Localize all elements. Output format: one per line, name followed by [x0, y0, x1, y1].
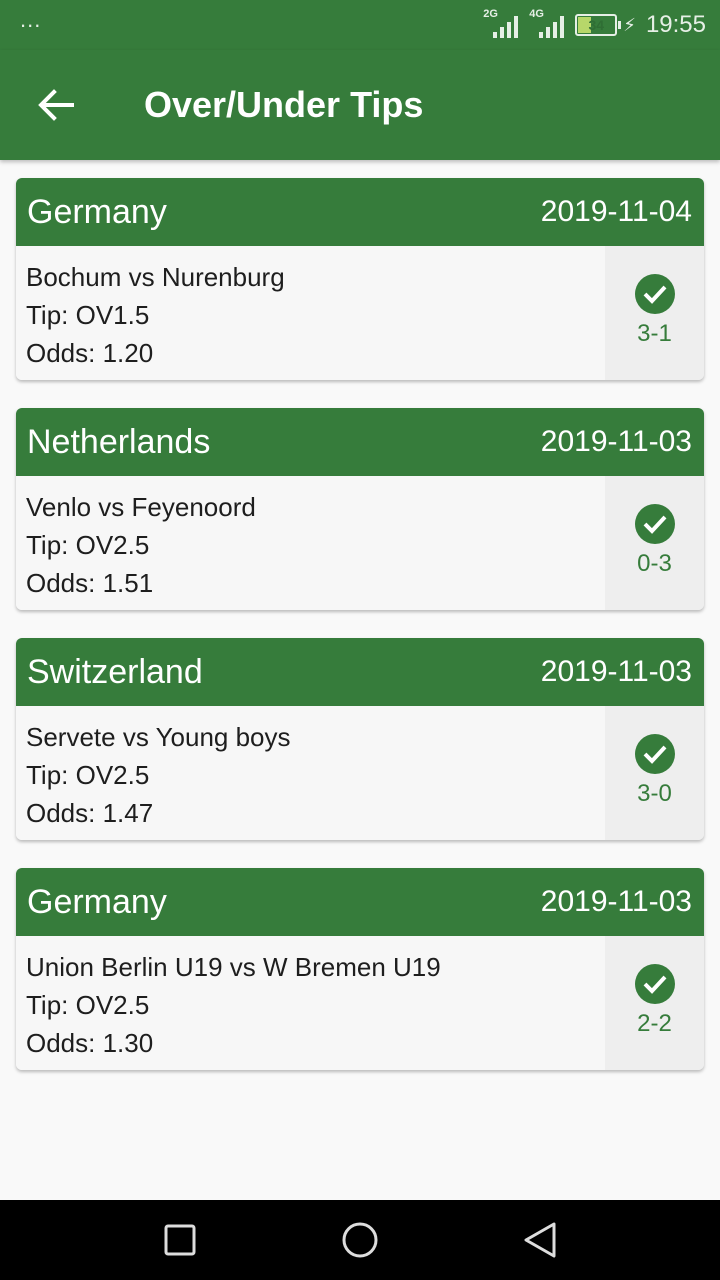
tip-score: 0-3: [637, 550, 672, 577]
back-nav-button[interactable]: [510, 1210, 570, 1270]
tip-card-header: Netherlands 2019-11-03: [16, 408, 704, 476]
tip-score: 2-2: [637, 1010, 672, 1037]
tip-match: Union Berlin U19 vs W Bremen U19: [26, 952, 441, 982]
home-button[interactable]: [330, 1210, 390, 1270]
check-circle-icon: [634, 734, 675, 774]
triangle-back-icon: [524, 1222, 556, 1258]
tip-prediction: Tip: OV2.5: [26, 530, 150, 560]
tip-result: 3-1: [605, 246, 704, 380]
tip-details: Bochum vs Nurenburg Tip: OV1.5 Odds: 1.2…: [16, 246, 605, 380]
square-icon: [164, 1224, 196, 1256]
tip-details: Union Berlin U19 vs W Bremen U19 Tip: OV…: [16, 936, 605, 1070]
signal-4g-icon: 4G: [529, 8, 565, 40]
tip-odds: Odds: 1.51: [26, 568, 154, 598]
tip-date: 2019-11-03: [540, 425, 692, 458]
clock: 19:55: [645, 11, 706, 38]
check-circle-icon: [634, 964, 675, 1004]
tip-result: 3-0: [605, 706, 704, 840]
tip-score: 3-1: [637, 320, 672, 347]
status-icons: 2G 4G 34 ⚡ 19:55: [483, 8, 706, 40]
arrow-back-icon: [38, 89, 74, 121]
tip-result: 0-3: [605, 476, 704, 610]
system-nav-bar: [0, 1200, 720, 1280]
circle-icon: [342, 1222, 378, 1258]
tip-match: Servete vs Young boys: [26, 722, 291, 752]
recents-button[interactable]: [150, 1210, 210, 1270]
tip-date: 2019-11-03: [540, 655, 692, 688]
page-title: Over/Under Tips: [144, 84, 424, 125]
app-bar: Over/Under Tips: [0, 50, 720, 160]
tip-card[interactable]: Netherlands 2019-11-03 Venlo vs Feyenoor…: [16, 408, 704, 610]
status-bar: ... 2G 4G 34 ⚡ 19:55: [0, 0, 720, 50]
tip-prediction: Tip: OV2.5: [26, 990, 150, 1020]
check-circle-icon: [634, 274, 675, 314]
tip-details: Servete vs Young boys Tip: OV2.5 Odds: 1…: [16, 706, 605, 840]
tip-country: Germany: [27, 882, 167, 921]
tip-card-header: Germany 2019-11-03: [16, 868, 704, 936]
tip-match: Venlo vs Feyenoord: [26, 492, 256, 522]
tip-odds: Odds: 1.20: [26, 338, 154, 368]
tip-odds: Odds: 1.47: [26, 798, 154, 828]
tip-card[interactable]: Switzerland 2019-11-03 Servete vs Young …: [16, 638, 704, 840]
tip-date: 2019-11-04: [540, 195, 692, 228]
battery-level: 34: [588, 17, 605, 33]
tip-card-header: Germany 2019-11-04: [16, 178, 704, 246]
tip-card[interactable]: Germany 2019-11-04 Bochum vs Nurenburg T…: [16, 178, 704, 380]
tip-result: 2-2: [605, 936, 704, 1070]
tip-odds: Odds: 1.30: [26, 1028, 154, 1058]
tip-prediction: Tip: OV1.5: [26, 300, 150, 330]
tip-country: Germany: [27, 192, 167, 231]
back-button[interactable]: [28, 77, 84, 133]
tip-card[interactable]: Germany 2019-11-03 Union Berlin U19 vs W…: [16, 868, 704, 1070]
charging-icon: ⚡: [623, 14, 636, 35]
tip-match: Bochum vs Nurenburg: [26, 262, 285, 292]
signal-2g-icon: 2G: [483, 8, 519, 40]
check-circle-icon: [634, 504, 675, 544]
tip-date: 2019-11-03: [540, 885, 692, 918]
tip-country: Switzerland: [27, 652, 203, 691]
tip-country: Netherlands: [27, 422, 211, 461]
battery-icon: 34: [575, 14, 622, 36]
tips-list: Germany 2019-11-04 Bochum vs Nurenburg T…: [16, 178, 704, 1098]
tip-details: Venlo vs Feyenoord Tip: OV2.5 Odds: 1.51: [16, 476, 605, 610]
tip-card-header: Switzerland 2019-11-03: [16, 638, 704, 706]
notification-dots: ...: [20, 7, 42, 32]
tip-prediction: Tip: OV2.5: [26, 760, 150, 790]
tip-score: 3-0: [637, 780, 672, 807]
